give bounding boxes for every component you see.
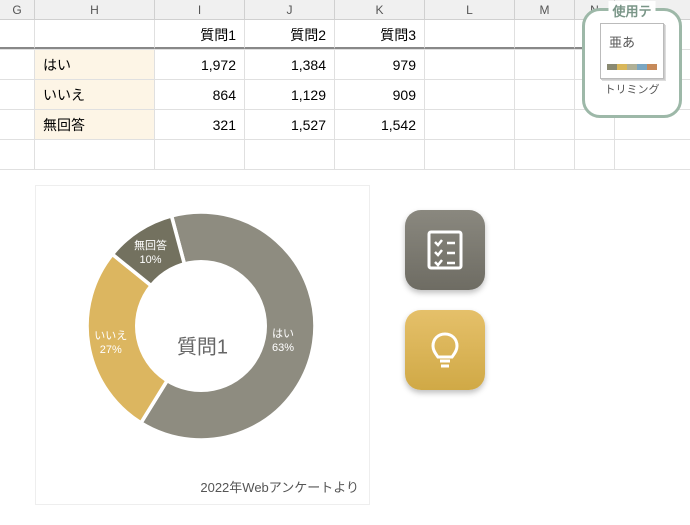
header-q1[interactable]: 質問1 [155, 20, 245, 49]
table-row: 無回答 321 1,527 1,542 [0, 110, 690, 140]
col-G[interactable]: G [0, 0, 35, 19]
donut-svg [81, 206, 321, 446]
empty-row [0, 140, 690, 170]
chart-caption: 2022年Webアンケートより [200, 477, 359, 496]
theme-thumbnail[interactable]: 亜あ [600, 23, 664, 79]
row-label-yes[interactable]: はい [35, 50, 155, 79]
chart-title: 質問1 [177, 331, 228, 360]
theme-color-bar [607, 64, 657, 70]
row-label-no[interactable]: いいえ [35, 80, 155, 109]
idea-button[interactable] [405, 310, 485, 390]
checklist-icon [423, 228, 467, 272]
col-M[interactable]: M [515, 0, 575, 19]
segment-label: いいえ27% [94, 329, 127, 358]
checklist-button[interactable] [405, 210, 485, 290]
col-I[interactable]: I [155, 0, 245, 19]
theme-panel[interactable]: 使用テーマ 亜あ トリミング [582, 8, 682, 118]
header-q2[interactable]: 質問2 [245, 20, 335, 49]
theme-caption: トリミング [585, 81, 679, 97]
segment-label: 無回答10% [134, 239, 167, 268]
lightbulb-icon [423, 328, 467, 372]
row-label-na[interactable]: 無回答 [35, 110, 155, 139]
segment-label: はい63% [272, 327, 294, 356]
col-L[interactable]: L [425, 0, 515, 19]
donut-chart[interactable]: 質問1 2022年Webアンケートより はい63% いいえ27% 無回答10% [35, 185, 370, 505]
col-J[interactable]: J [245, 0, 335, 19]
col-H[interactable]: H [35, 0, 155, 19]
col-K[interactable]: K [335, 0, 425, 19]
header-q3[interactable]: 質問3 [335, 20, 425, 49]
